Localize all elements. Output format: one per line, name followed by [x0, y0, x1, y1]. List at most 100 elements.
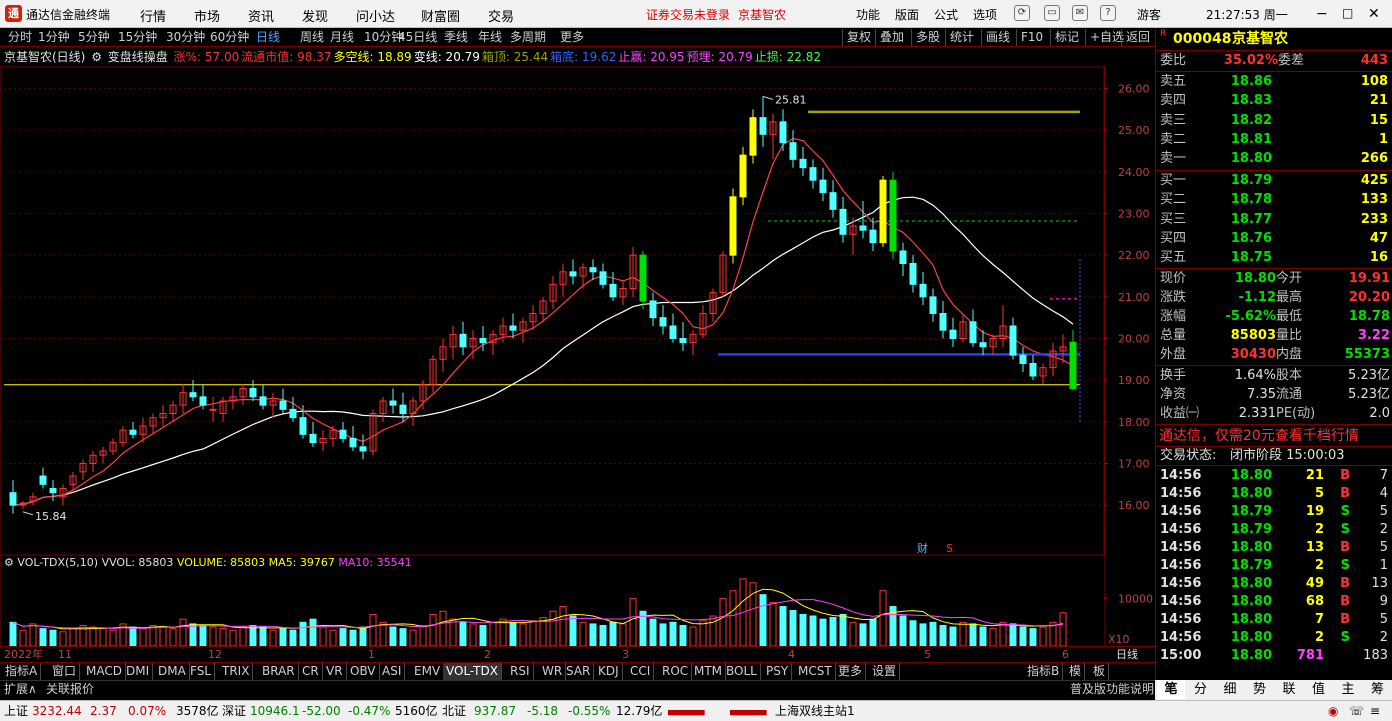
menu-gongneng[interactable]: 功能 — [856, 6, 880, 23]
toolbar-button-3[interactable]: 统计 — [945, 29, 978, 46]
quote-tab-4[interactable]: 联 — [1275, 680, 1303, 699]
period-8[interactable]: 月线 — [330, 28, 354, 46]
quote-tab-2[interactable]: 细 — [1216, 680, 1244, 699]
period-1[interactable]: 1分钟 — [38, 28, 70, 46]
minimize-icon[interactable]: − — [1316, 6, 1328, 22]
indicator-tab-8[interactable]: CR — [299, 663, 323, 680]
related-quotes-button[interactable]: 关联报价 — [46, 681, 94, 698]
quote-tab-6[interactable]: 主 — [1334, 680, 1362, 699]
notify-icon[interactable]: ◉ — [1328, 701, 1338, 721]
indicator-tab-24[interactable]: 更多 — [835, 663, 867, 680]
period-13[interactable]: 多周期 — [510, 28, 546, 46]
period-14[interactable]: 更多 — [560, 28, 584, 46]
menu-banmian[interactable]: 版面 — [895, 6, 919, 23]
indicator-tab-0[interactable]: 指标A — [2, 663, 42, 680]
period-11[interactable]: 季线 — [444, 28, 468, 46]
indicator-name[interactable]: 变盘线操盘 — [108, 50, 168, 64]
feature-help-link[interactable]: 普及版功能说明 — [1070, 681, 1154, 698]
indicator-tab-12[interactable]: EMV — [411, 663, 445, 680]
indicator-tab-13[interactable]: VOL-TDX — [443, 663, 502, 680]
sh-label[interactable]: 上证 — [4, 701, 28, 721]
indicator-tab-6[interactable]: TRIX — [219, 663, 254, 680]
menu-gongshi[interactable]: 公式 — [934, 6, 958, 23]
indicator-tab-3[interactable]: DMI — [123, 663, 154, 680]
price-chart[interactable]: 26.00 25.00 24.00 23.00 22.00 21.00 20.00 19.00… — [0, 66, 1155, 556]
buy-price[interactable]: 18.78 — [1218, 191, 1272, 209]
menu-shichang[interactable]: 市场 — [194, 6, 220, 25]
volume-chart[interactable]: 10000 X10 — [0, 555, 1155, 650]
sell-price[interactable]: 18.82 — [1218, 112, 1272, 130]
bz-label[interactable]: 北证 — [442, 701, 466, 721]
menu-hangqing[interactable]: 行情 — [140, 6, 166, 25]
refresh-icon[interactable]: ⟳ — [1014, 5, 1030, 21]
indicator-tab-20[interactable]: MTM — [691, 663, 727, 680]
period-0[interactable]: 分时 — [8, 28, 32, 46]
indicator-tab-17[interactable]: KDJ — [595, 663, 623, 680]
indicator-tab-9[interactable]: VR — [323, 663, 347, 680]
indicator-tab-2[interactable]: MACD — [83, 663, 126, 680]
indicator-tab-18[interactable]: CCI — [627, 663, 655, 680]
period-12[interactable]: 年线 — [478, 28, 502, 46]
indicator-tab-right-1[interactable]: 模 — [1066, 663, 1086, 680]
settings-icon[interactable]: ≡ — [1370, 701, 1380, 721]
gear-icon[interactable]: ⚙ — [91, 50, 102, 64]
indicator-tab-16[interactable]: SAR — [563, 663, 595, 680]
menu-jiaoyi[interactable]: 交易 — [488, 6, 514, 25]
quote-tab-0[interactable]: 笔 — [1157, 680, 1185, 699]
indicator-tab-25[interactable]: 设置 — [869, 663, 901, 680]
promo-link[interactable]: 通达信，仅需20元查看千档行情 — [1159, 426, 1359, 446]
mail-icon[interactable]: ✉ — [1072, 5, 1088, 21]
indicator-tab-right-0[interactable]: 指标B — [1024, 663, 1064, 680]
period-4[interactable]: 30分钟 — [166, 28, 205, 46]
period-5[interactable]: 60分钟 — [210, 28, 249, 46]
toolbar-button-2[interactable]: 多股 — [911, 29, 944, 46]
buy-price[interactable]: 18.79 — [1218, 172, 1272, 190]
indicator-tab-1[interactable]: 窗口 — [49, 663, 81, 680]
user-label[interactable]: 游客 — [1137, 6, 1161, 23]
sell-price[interactable]: 18.83 — [1218, 92, 1272, 110]
menu-faxian[interactable]: 发现 — [302, 6, 328, 25]
sell-price[interactable]: 18.80 — [1218, 150, 1272, 168]
menu-zixun[interactable]: 资讯 — [248, 6, 274, 25]
period-6[interactable]: 日线 — [256, 28, 280, 46]
chat-icon[interactable]: ☏ — [1349, 701, 1364, 721]
indicator-tab-5[interactable]: FSL — [187, 663, 215, 680]
sell-price[interactable]: 18.86 — [1218, 73, 1272, 91]
close-icon[interactable]: ✕ — [1368, 6, 1380, 22]
buy-price[interactable]: 18.75 — [1218, 249, 1272, 267]
period-2[interactable]: 5分钟 — [78, 28, 110, 46]
toolbar-button-1[interactable]: 叠加 — [875, 29, 908, 46]
period-3[interactable]: 15分钟 — [118, 28, 157, 46]
toolbar-button-8[interactable]: 返回 — [1121, 29, 1154, 46]
sell-price[interactable]: 18.81 — [1218, 131, 1272, 149]
menu-xuanxiang[interactable]: 选项 — [973, 6, 997, 23]
indicator-tab-22[interactable]: PSY — [763, 663, 793, 680]
period-10[interactable]: 45日线 — [398, 28, 437, 46]
indicator-tab-21[interactable]: BOLL — [723, 663, 761, 680]
indicator-tab-7[interactable]: BRAR — [259, 663, 299, 680]
indicator-tab-19[interactable]: ROC — [659, 663, 693, 680]
quote-tab-7[interactable]: 筹 — [1364, 680, 1392, 699]
toolbar-button-0[interactable]: 复权 — [842, 29, 875, 46]
quote-tab-5[interactable]: 值 — [1305, 680, 1333, 699]
indicator-tab-23[interactable]: MCST — [795, 663, 836, 680]
toolbar-button-5[interactable]: F10 — [1016, 29, 1047, 46]
finance-marker[interactable]: 财 — [917, 541, 928, 555]
s-marker[interactable]: S — [946, 542, 953, 555]
quote-tab-1[interactable]: 分 — [1187, 680, 1215, 699]
toolbar-button-4[interactable]: 画线 — [981, 29, 1014, 46]
buy-price[interactable]: 18.77 — [1218, 211, 1272, 229]
period-7[interactable]: 周线 — [300, 28, 324, 46]
sz-label[interactable]: 深证 — [222, 701, 246, 721]
indicator-tab-4[interactable]: DMA — [155, 663, 190, 680]
indicator-tab-14[interactable]: RSI — [507, 663, 534, 680]
indicator-tab-11[interactable]: ASI — [379, 663, 406, 680]
menu-caifuquan[interactable]: 财富圈 — [421, 6, 460, 25]
indicator-tab-10[interactable]: OBV — [347, 663, 380, 680]
quote-tab-3[interactable]: 势 — [1246, 680, 1274, 699]
help-icon[interactable]: ? — [1100, 5, 1116, 21]
login-notice[interactable]: 证券交易未登录 — [646, 6, 730, 23]
maximize-icon[interactable]: □ — [1342, 6, 1353, 20]
screen-icon[interactable]: ▭ — [1044, 5, 1060, 21]
toolbar-button-6[interactable]: 标记 — [1050, 29, 1083, 46]
